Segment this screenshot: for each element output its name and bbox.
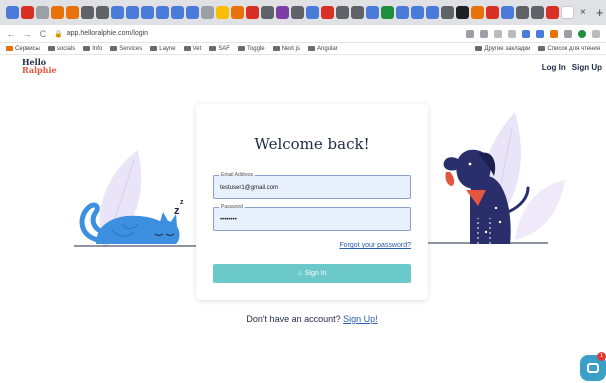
sleep-letter-large: z: [174, 205, 180, 217]
sign-up-link[interactable]: Sign Up!: [343, 314, 378, 324]
password-value[interactable]: ••••••••: [220, 217, 237, 223]
sleep-letter-small: z: [180, 199, 184, 206]
leaf-right-2-icon: [515, 180, 565, 240]
lock-icon: ⌂: [297, 270, 302, 277]
email-value[interactable]: testuser1@gmail.com: [220, 185, 278, 191]
login-card: Welcome back! Email Address testuser1@gm…: [196, 104, 428, 300]
signup-prompt: Don't have an account? Sign Up!: [196, 314, 428, 324]
password-field[interactable]: Password ••••••••: [213, 204, 411, 231]
chat-unread-badge: 1: [597, 352, 606, 361]
chat-bubble-icon: [587, 363, 599, 373]
no-account-text: Don't have an account?: [246, 314, 341, 324]
chat-widget-button[interactable]: 1: [580, 352, 606, 381]
sign-in-label: Sign In: [304, 270, 327, 277]
sign-in-button[interactable]: ⌂ Sign In: [213, 264, 411, 283]
page-title: Welcome back!: [254, 135, 370, 153]
email-field[interactable]: Email Address testuser1@gmail.com: [213, 172, 411, 199]
forgot-password-link[interactable]: Forgot your password?: [339, 242, 411, 249]
email-label: Email Address: [219, 172, 255, 178]
password-label: Password: [219, 204, 245, 210]
